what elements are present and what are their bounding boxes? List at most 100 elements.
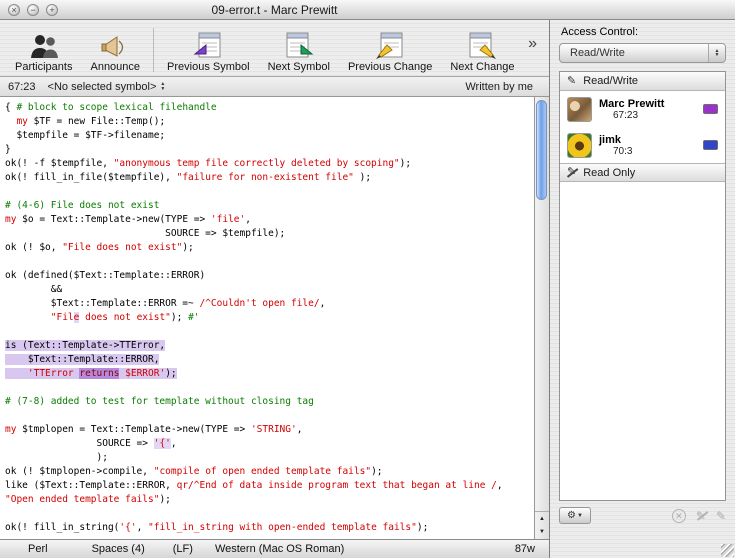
symbol-bar: 67:23 <No selected symbol> ▲▼ Written by…: [0, 77, 549, 97]
announce-button[interactable]: Announce: [81, 29, 149, 73]
encoding-popup[interactable]: Western (Mac OS Roman): [215, 543, 344, 555]
next-change-label: Next Change: [450, 61, 514, 73]
member-name: Marc Prewitt: [599, 98, 664, 110]
mode-popup[interactable]: Perl: [28, 543, 48, 555]
code-line: [5, 507, 534, 521]
code-line: $Text::Template::ERROR,: [5, 353, 534, 367]
code-line: ok(! fill_in_string('{', "fill_in_string…: [5, 521, 534, 535]
code-line: my $o = Text::Template->new(TYPE => 'fil…: [5, 213, 534, 227]
stepper-icon: ▲▼: [160, 82, 165, 91]
toolbar-separator: [153, 28, 154, 72]
allow-write-button[interactable]: ✎: [716, 509, 726, 523]
code-line: [5, 255, 534, 269]
editor-wrap: { # block to scope lexical filehandle my…: [0, 97, 549, 539]
next-change-button[interactable]: Next Change: [441, 29, 523, 73]
code-line: &&: [5, 283, 534, 297]
scrollbar-track[interactable]: [535, 97, 549, 511]
code-line: "Open ended template fails");: [5, 493, 534, 507]
next-change-pencil-icon: [467, 29, 497, 60]
line-ending-popup[interactable]: (LF): [173, 543, 193, 555]
spaces-popup[interactable]: Spaces (4): [92, 543, 145, 555]
code-line: "File does not exist"); #': [5, 311, 534, 325]
code-line: [5, 325, 534, 339]
code-line: my $TF = new File::Temp();: [5, 115, 534, 129]
code-line: SOURCE => $tempfile);: [5, 227, 534, 241]
scrollbar-thumb[interactable]: [536, 100, 547, 200]
resize-grip[interactable]: [721, 544, 734, 557]
announce-megaphone-icon: [100, 29, 130, 60]
next-symbol-button[interactable]: Next Symbol: [259, 29, 339, 73]
group-readonly-label: Read Only: [583, 167, 635, 179]
code-line: SOURCE => '{',: [5, 437, 534, 451]
member-position: 70:3: [613, 146, 632, 157]
code-line: ok (! $tmplopen->compile, "compile of op…: [5, 465, 534, 479]
member-color-swatch: [703, 104, 718, 114]
scroll-up-arrow-icon[interactable]: ▲: [535, 512, 549, 526]
next-symbol-label: Next Symbol: [268, 61, 330, 73]
previous-symbol-icon: [193, 29, 223, 60]
written-by-label: Written by me: [465, 81, 541, 93]
group-readwrite-label: Read/Write: [583, 75, 638, 87]
code-line: $Text::Template::ERROR =~ /^Couldn't ope…: [5, 297, 534, 311]
previous-change-pencil-icon: [375, 29, 405, 60]
member-row[interactable]: Marc Prewitt 67:23: [560, 91, 725, 127]
code-line: );: [5, 451, 534, 465]
remove-icon: ✕: [675, 511, 683, 521]
avatar: [567, 133, 592, 158]
symbol-popup[interactable]: <No selected symbol> ▲▼: [48, 81, 166, 93]
chevron-down-icon: ▼: [577, 513, 583, 519]
access-control-label: Access Control:: [561, 26, 726, 38]
code-line: ok(! fill_in_file($tempfile), "failure f…: [5, 171, 534, 185]
code-line: [5, 185, 534, 199]
code-line: # (4-6) File does not exist: [5, 199, 534, 213]
deny-write-button[interactable]: ✎: [696, 509, 706, 523]
code-line: [5, 381, 534, 395]
access-popup[interactable]: Read/Write ▲▼: [559, 43, 726, 63]
word-count: 87w: [515, 543, 535, 555]
scroll-down-arrow-icon[interactable]: ▼: [535, 526, 549, 540]
toolbar: Participants Announce: [0, 20, 549, 77]
code-line: { # block to scope lexical filehandle: [5, 101, 534, 115]
document-pane: Participants Announce: [0, 20, 549, 558]
code-line: ok (defined($Text::Template::ERROR): [5, 269, 534, 283]
pencil-icon: ✎: [567, 76, 576, 87]
participants-label: Participants: [15, 61, 72, 73]
previous-change-label: Previous Change: [348, 61, 432, 73]
symbol-popup-label: <No selected symbol>: [48, 81, 157, 93]
remove-participant-button[interactable]: ✕: [672, 509, 686, 523]
previous-symbol-button[interactable]: Previous Symbol: [158, 29, 259, 73]
pencil-slash-icon: ✎: [567, 167, 576, 178]
title-bar: × − + 09-error.t - Marc Prewitt: [0, 0, 735, 20]
access-control-panel: Access Control: Read/Write ▲▼ ✎ Read/Wri…: [549, 20, 735, 558]
code-line: ok (! $o, "File does not exist");: [5, 241, 534, 255]
action-gear-button[interactable]: ⚙ ▼: [559, 507, 591, 524]
panel-controls: ⚙ ▼ ✕ ✎ ✎: [559, 507, 726, 524]
code-line: my $tmplopen = Text::Template->new(TYPE …: [5, 423, 534, 437]
participants-button[interactable]: Participants: [6, 29, 81, 73]
cursor-position: 67:23: [8, 81, 36, 93]
code-area[interactable]: { # block to scope lexical filehandle my…: [0, 97, 534, 539]
member-name: jimk: [599, 134, 632, 146]
code-line: # (7-8) added to test for template witho…: [5, 395, 534, 409]
avatar: [567, 97, 592, 122]
group-header-readonly[interactable]: ✎ Read Only: [560, 163, 725, 182]
previous-change-button[interactable]: Previous Change: [339, 29, 441, 73]
app-window: × − + 09-error.t - Marc Prewitt Particip…: [0, 0, 735, 558]
member-position: 67:23: [613, 110, 664, 121]
scrollbar-arrows: ▲ ▼: [535, 511, 549, 539]
announce-label: Announce: [90, 61, 140, 73]
access-popup-value: Read/Write: [570, 47, 625, 59]
group-header-readwrite[interactable]: ✎ Read/Write: [560, 72, 725, 91]
next-symbol-icon: [284, 29, 314, 60]
gear-icon: ⚙: [567, 510, 576, 521]
toolbar-overflow-chevron-icon[interactable]: »: [528, 35, 545, 63]
member-row[interactable]: jimk 70:3: [560, 127, 725, 163]
vertical-scrollbar[interactable]: ▲ ▼: [534, 97, 549, 539]
code-line: is (Text::Template->TTError,: [5, 339, 534, 353]
popup-stepper-icon: ▲▼: [708, 44, 725, 62]
code-line: 'TTError returns $ERROR');: [5, 367, 534, 381]
member-color-swatch: [703, 140, 718, 150]
participants-icon: [29, 29, 59, 60]
code-line: }: [5, 143, 534, 157]
status-bar: Perl Spaces (4) (LF) Western (Mac OS Rom…: [0, 539, 549, 558]
